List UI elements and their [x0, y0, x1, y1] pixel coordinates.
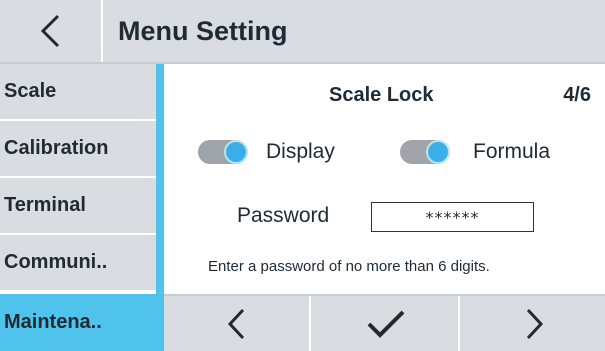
- page-title: Menu Setting: [118, 16, 288, 46]
- chevron-right-icon: [526, 308, 543, 339]
- sidebar-item-communication[interactable]: Communi..: [0, 235, 156, 290]
- previous-button[interactable]: [164, 296, 311, 351]
- confirm-button[interactable]: [313, 296, 460, 351]
- sidebar-item-maintenance[interactable]: Maintena..: [0, 294, 156, 351]
- header-bar: Menu Setting: [0, 0, 605, 64]
- password-hint: Enter a password of no more than 6 digit…: [208, 258, 490, 275]
- next-button[interactable]: [462, 296, 605, 351]
- sidebar-item-calibration[interactable]: Calibration: [0, 121, 156, 176]
- password-field[interactable]: ******: [371, 202, 534, 232]
- section-title: Scale Lock: [329, 84, 434, 106]
- sidebar-item-terminal[interactable]: Terminal: [0, 178, 156, 233]
- checkmark-icon: [367, 310, 404, 338]
- display-toggle[interactable]: [198, 140, 248, 164]
- menu-setting-screen: Menu Setting Scale Calibration Terminal …: [0, 0, 605, 351]
- password-label: Password: [237, 204, 330, 227]
- sidebar-item-scale[interactable]: Scale: [0, 64, 156, 119]
- scale-lock-panel: Scale Lock 4/6 Display Formula Password …: [164, 64, 605, 294]
- chevron-left-icon: [227, 308, 244, 339]
- sidebar-accent-divider: [156, 64, 164, 351]
- display-toggle-label: Display: [266, 140, 335, 163]
- bottom-nav-bar: [164, 294, 605, 351]
- back-button[interactable]: [0, 0, 103, 62]
- toggle-knob: [224, 140, 248, 164]
- chevron-left-icon: [40, 14, 59, 48]
- formula-toggle-label: Formula: [473, 140, 551, 163]
- toggle-knob: [426, 140, 450, 164]
- formula-toggle[interactable]: [400, 140, 450, 164]
- sidebar: Scale Calibration Terminal Communi.. Mai…: [0, 64, 156, 351]
- page-indicator: 4/6: [563, 84, 591, 106]
